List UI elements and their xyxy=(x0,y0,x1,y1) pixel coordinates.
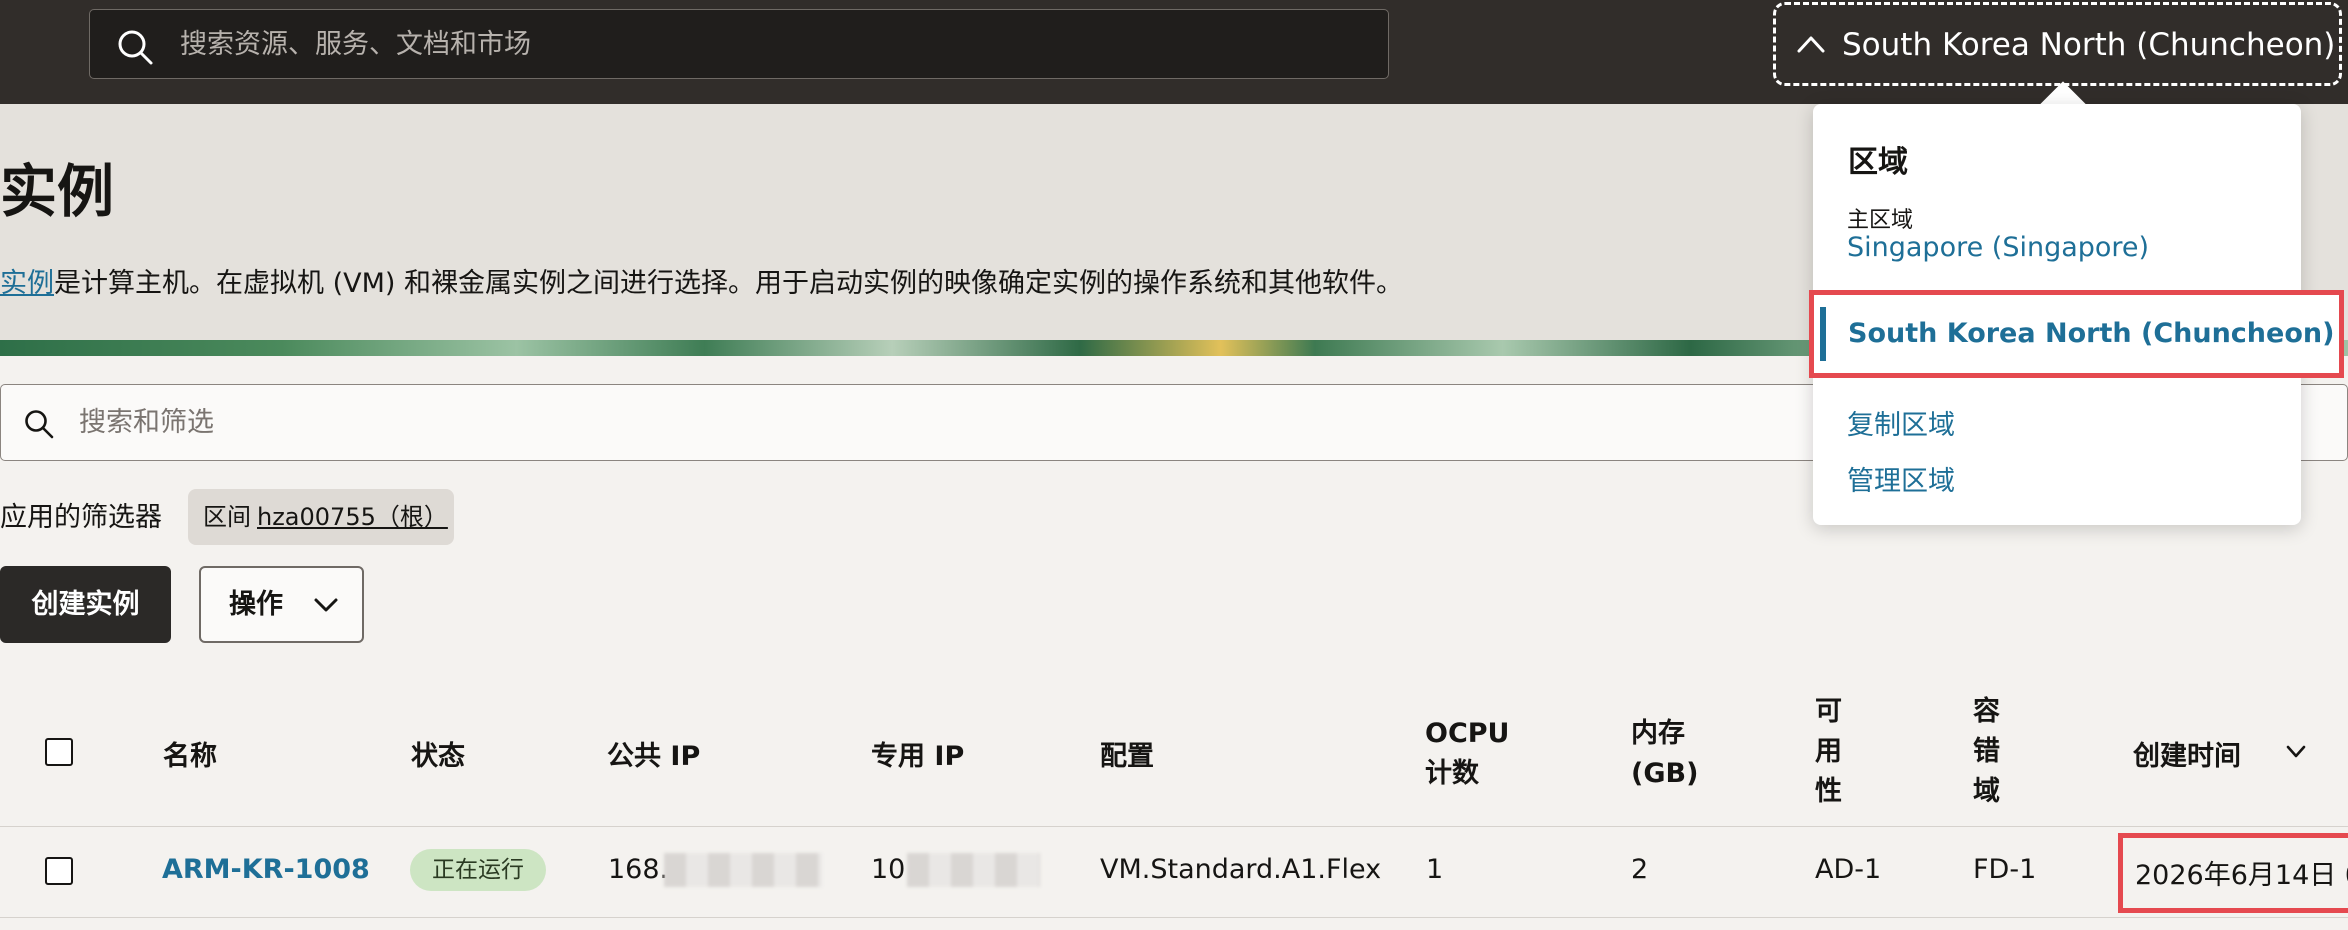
instances-doc-link[interactable]: 实例 xyxy=(0,268,54,299)
column-header-created[interactable]: 创建时间 xyxy=(2133,734,2306,773)
column-header-created-label: 创建时间 xyxy=(2133,741,2241,772)
copy-region-link[interactable]: 复制区域 xyxy=(1847,403,1955,442)
current-region-item[interactable]: South Korea North (Chuncheon) xyxy=(1809,290,2344,378)
chevron-down-icon xyxy=(314,598,338,612)
sort-chevron-down-icon[interactable] xyxy=(2285,744,2307,760)
column-header-public-ip[interactable]: 公共 IP xyxy=(607,734,700,773)
top-navigation-bar: 搜索资源、服务、文档和市场 South Korea North (Chunche… xyxy=(0,0,2348,104)
private-ip-redaction xyxy=(907,853,1040,887)
page-title: 实例 xyxy=(0,159,114,225)
instance-name-link[interactable]: ARM-KR-1008 xyxy=(162,854,370,885)
region-menu-title: 区域 xyxy=(1848,145,1908,180)
selected-indicator xyxy=(1820,307,1826,361)
column-header-status[interactable]: 状态 xyxy=(411,734,465,773)
applied-filters-label: 应用的筛选器 xyxy=(0,502,162,533)
global-search-placeholder: 搜索资源、服务、文档和市场 xyxy=(180,29,531,60)
select-all-checkbox[interactable] xyxy=(45,738,73,766)
column-header-private-ip[interactable]: 专用 IP xyxy=(871,734,964,773)
region-selector-label: South Korea North (Chuncheon) xyxy=(1842,27,2336,63)
column-header-memory[interactable]: 内存 (GB) xyxy=(1631,714,1705,794)
actions-menu-button[interactable]: 操作 xyxy=(199,566,364,643)
column-header-fault-domain[interactable]: 容错域 xyxy=(1973,692,2003,812)
row-checkbox[interactable] xyxy=(45,857,73,885)
page-description-text: 是计算主机。在虚拟机 (VM) 和裸金属实例之间进行选择。用于启动实例的映像确定… xyxy=(54,268,1403,299)
home-region-link[interactable]: Singapore (Singapore) xyxy=(1847,232,2149,263)
global-search-input[interactable]: 搜索资源、服务、文档和市场 xyxy=(89,9,1389,79)
page-description: 实例是计算主机。在虚拟机 (VM) 和裸金属实例之间进行选择。用于启动实例的映像… xyxy=(0,261,1403,300)
search-icon xyxy=(25,410,54,439)
create-instance-button[interactable]: 创建实例 xyxy=(0,566,171,643)
search-icon xyxy=(118,30,153,65)
chevron-up-icon xyxy=(1797,36,1825,53)
column-header-shape[interactable]: 配置 xyxy=(1100,734,1154,773)
manage-regions-link[interactable]: 管理区域 xyxy=(1847,459,1955,498)
chip-value[interactable]: hza00755（根） xyxy=(257,503,448,531)
current-region-label: South Korea North (Chuncheon) xyxy=(1848,318,2335,349)
public-ip-value: 168. xyxy=(608,854,669,885)
column-header-ocpu[interactable]: OCPU 计数 xyxy=(1425,714,1509,794)
public-ip-redaction xyxy=(664,853,822,887)
compartment-filter-chip[interactable]: 区间 hza00755（根） xyxy=(188,489,454,545)
shape-value: VM.Standard.A1.Flex xyxy=(1100,854,1382,885)
column-header-availability[interactable]: 可用性 xyxy=(1815,692,1845,812)
fault-domain-value: FD-1 xyxy=(1973,854,2037,885)
ocpu-value: 1 xyxy=(1426,854,1444,885)
created-time-value: 2026年6月14日 0 xyxy=(2135,860,2348,891)
memory-value: 2 xyxy=(1631,854,1649,885)
actions-label: 操作 xyxy=(229,589,283,620)
availability-domain-value: AD-1 xyxy=(1815,854,1882,885)
status-badge: 正在运行 xyxy=(410,849,546,891)
region-selector-button[interactable]: South Korea North (Chuncheon) xyxy=(1773,2,2342,86)
created-time-cell: 2026年6月14日 0 xyxy=(2118,833,2348,913)
chip-label: 区间 xyxy=(203,503,251,531)
home-region-label: 主区域 xyxy=(1847,208,1914,233)
private-ip-value: 10 xyxy=(871,854,906,885)
filter-search-placeholder: 搜索和筛选 xyxy=(79,407,214,438)
column-header-name[interactable]: 名称 xyxy=(163,734,217,773)
